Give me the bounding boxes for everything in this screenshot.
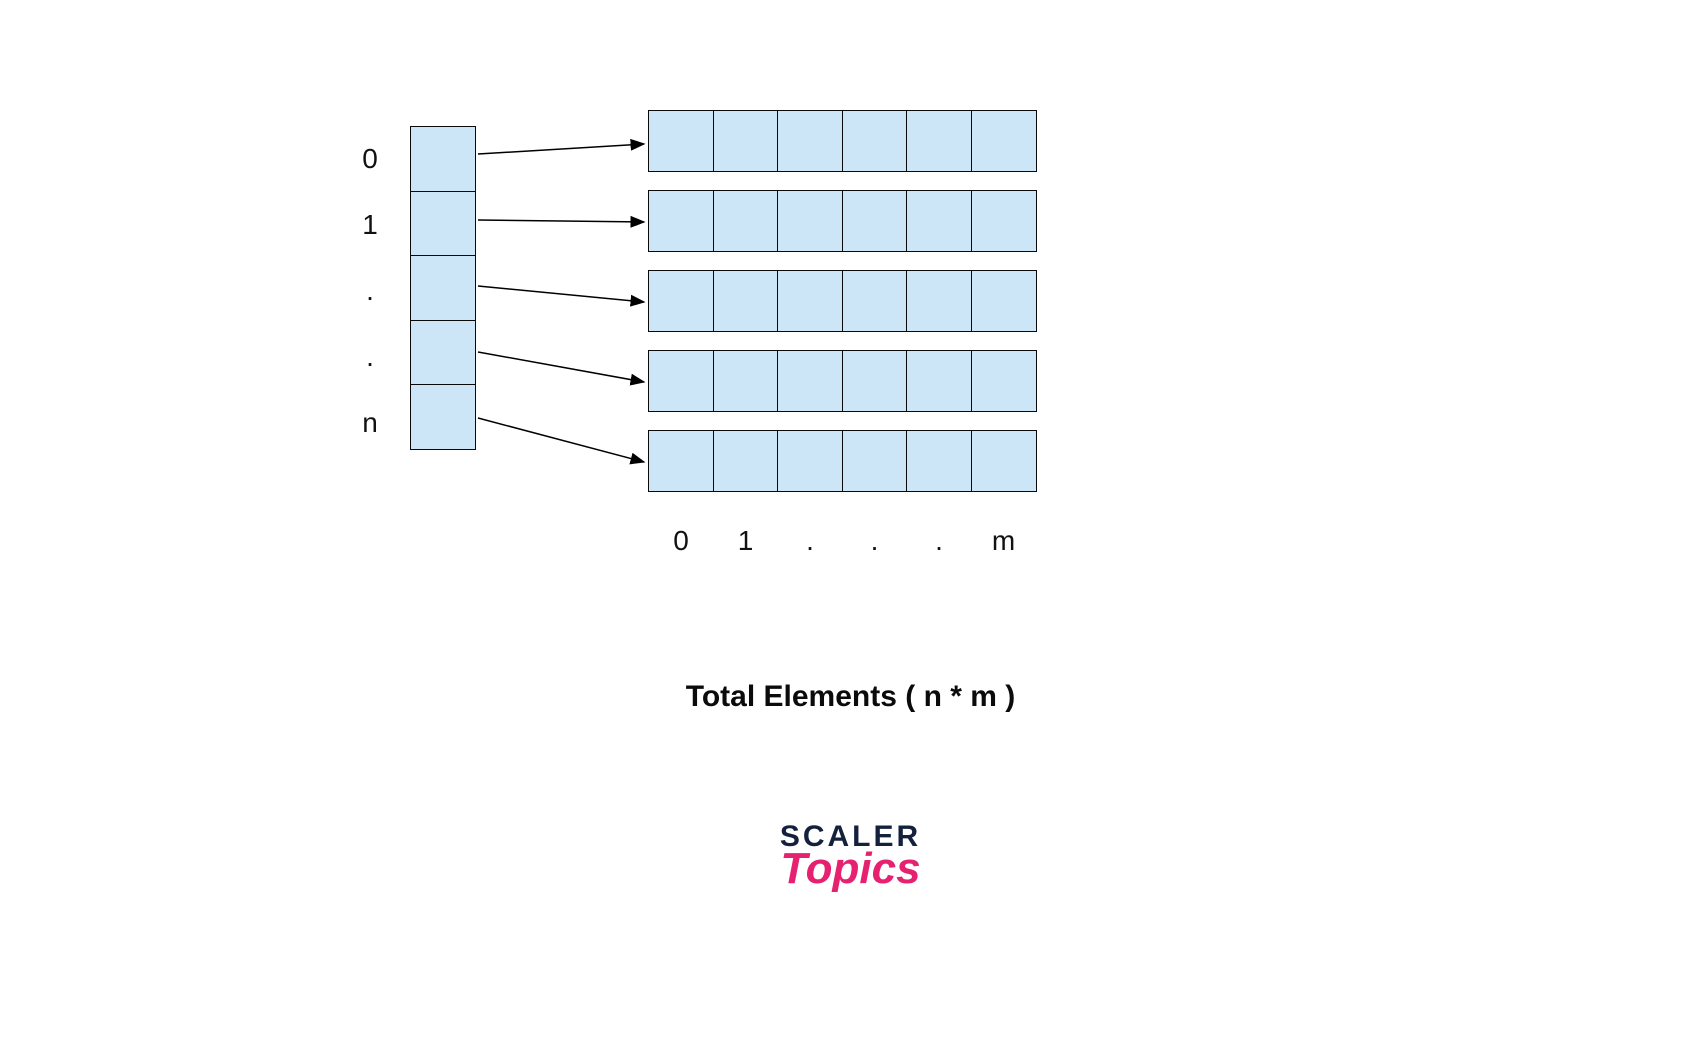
array-cell (648, 190, 714, 252)
array-cell (713, 350, 779, 412)
pointer-cell (410, 255, 476, 321)
array-cell (648, 430, 714, 492)
column-label: . (906, 525, 972, 557)
column-index-labels: 0 1 . . . m (648, 525, 1035, 557)
pointer-cell (410, 126, 476, 192)
array-of-pointers-diagram: 0 1 . . n (350, 110, 1050, 610)
array-cell (971, 110, 1037, 172)
array-cell (713, 270, 779, 332)
row-array (648, 110, 1035, 172)
pointer-index-labels: 0 1 . . n (350, 126, 390, 456)
total-elements-caption: Total Elements ( n * m ) (0, 680, 1701, 714)
row-array (648, 190, 1035, 252)
array-cell (906, 270, 972, 332)
array-cell (713, 110, 779, 172)
pointer-label: 1 (350, 192, 390, 258)
array-cell (842, 270, 908, 332)
column-label: 1 (713, 525, 779, 557)
pointer-cell (410, 191, 476, 257)
array-cell (648, 270, 714, 332)
array-cell (777, 430, 843, 492)
row-array (648, 350, 1035, 412)
pointer-column (410, 126, 476, 449)
array-cell (971, 190, 1037, 252)
array-cell (777, 190, 843, 252)
array-cell (842, 190, 908, 252)
row-arrays (648, 110, 1035, 510)
array-cell (842, 110, 908, 172)
array-cell (971, 270, 1037, 332)
row-array (648, 270, 1035, 332)
array-cell (971, 350, 1037, 412)
array-cell (906, 430, 972, 492)
pointer-cell (410, 320, 476, 386)
column-label: m (971, 525, 1037, 557)
array-cell (906, 190, 972, 252)
array-cell (971, 430, 1037, 492)
array-cell (777, 110, 843, 172)
column-label: . (777, 525, 843, 557)
array-cell (713, 190, 779, 252)
pointer-label: . (350, 324, 390, 390)
pointer-label: . (350, 258, 390, 324)
scaler-topics-logo: SCALER Topics (0, 820, 1701, 894)
array-cell (777, 350, 843, 412)
pointer-label: n (350, 390, 390, 456)
array-cell (648, 350, 714, 412)
pointer-cell (410, 384, 476, 450)
column-label: . (842, 525, 908, 557)
array-cell (648, 110, 714, 172)
logo-topics-text: Topics (0, 844, 1701, 894)
array-cell (842, 430, 908, 492)
array-cell (906, 110, 972, 172)
array-cell (777, 270, 843, 332)
array-cell (906, 350, 972, 412)
array-cell (713, 430, 779, 492)
pointer-label: 0 (350, 126, 390, 192)
column-label: 0 (648, 525, 714, 557)
row-array (648, 430, 1035, 492)
array-cell (842, 350, 908, 412)
